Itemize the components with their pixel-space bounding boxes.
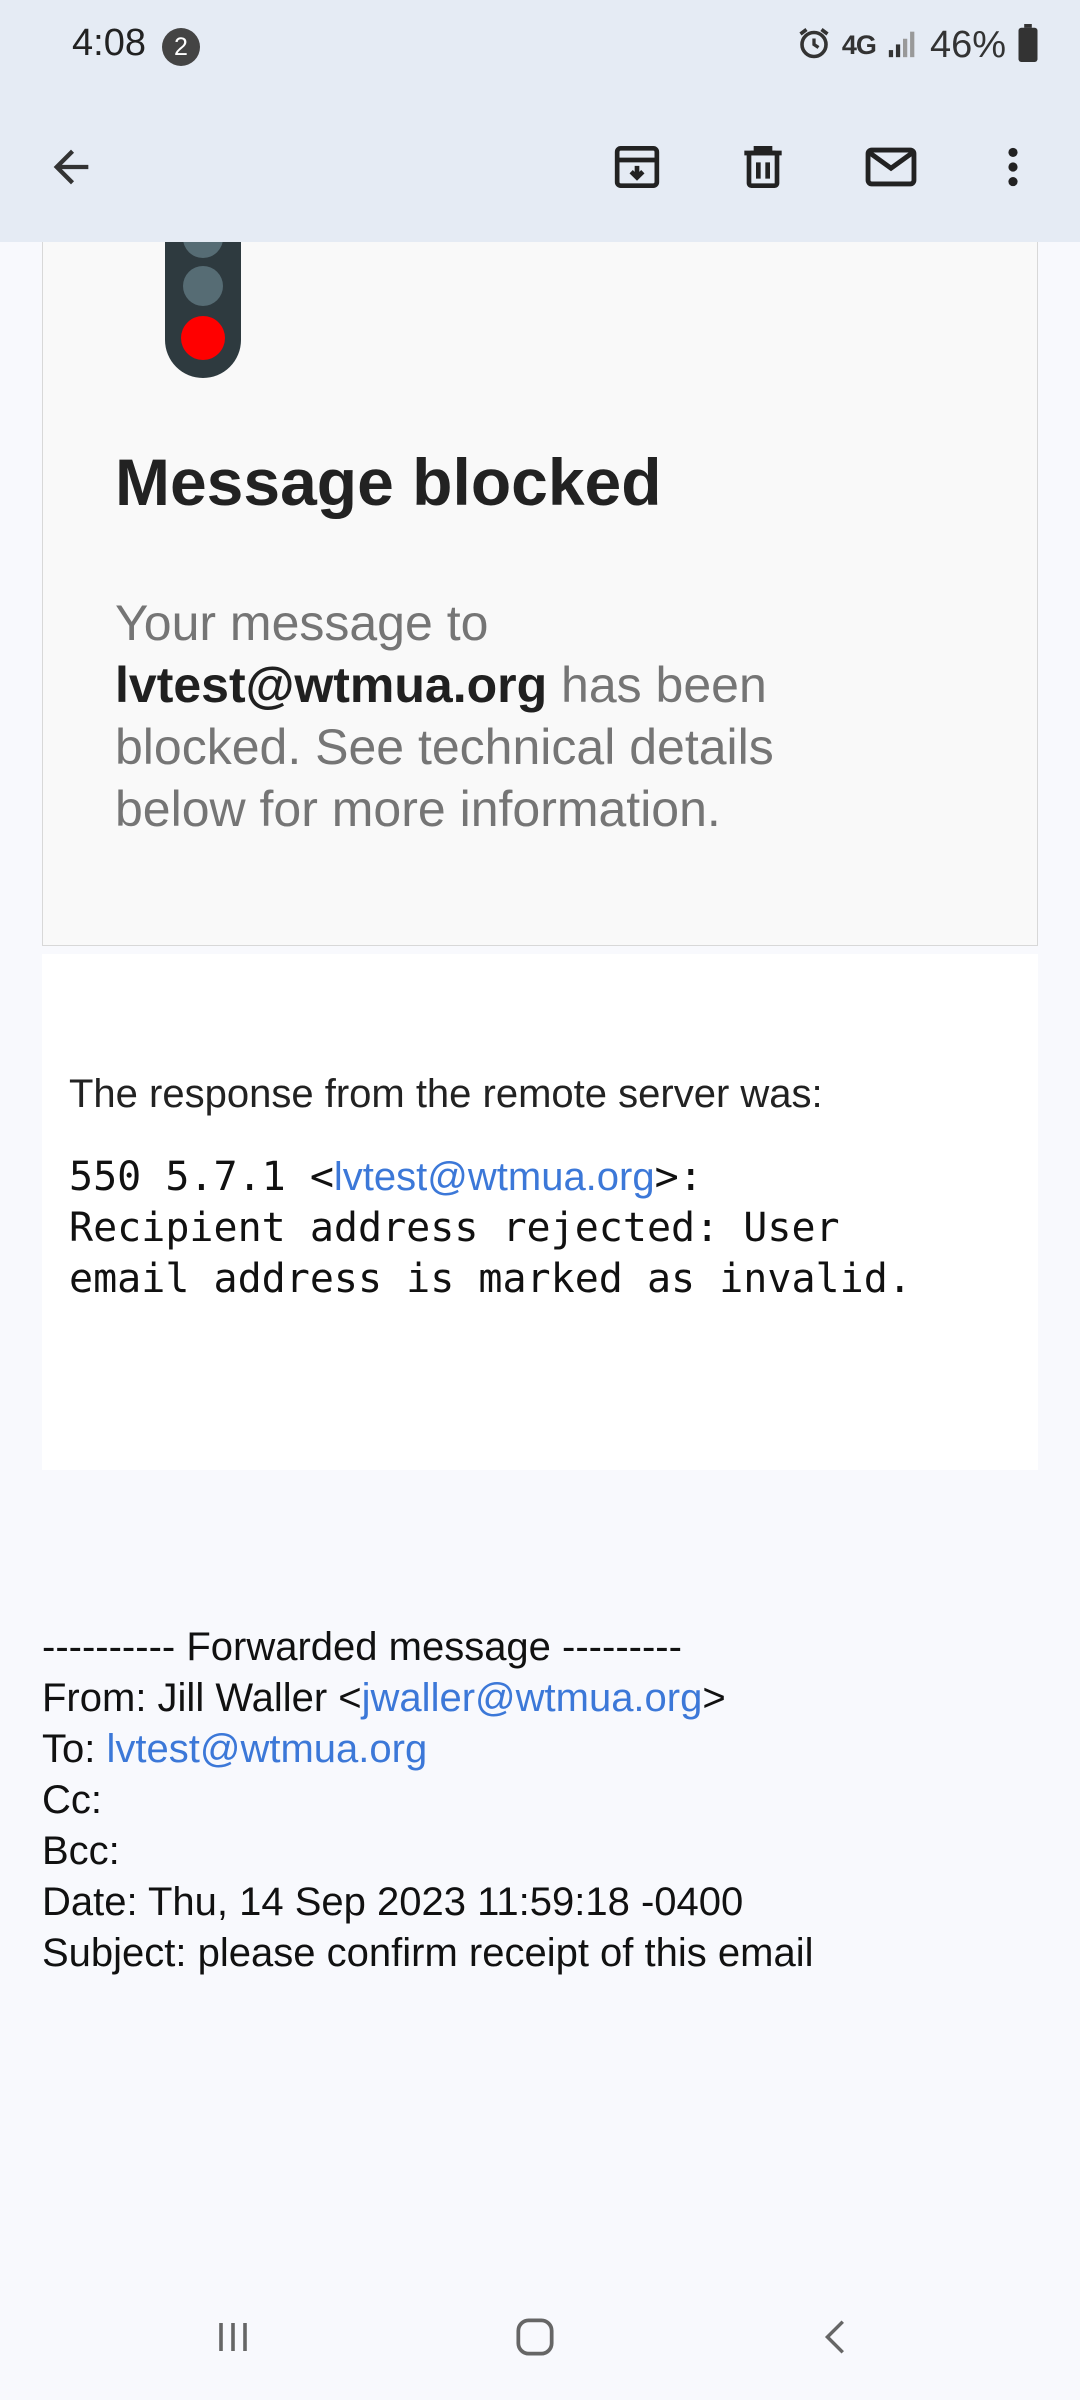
arrow-back-icon [53, 149, 89, 185]
blocked-title: Message blocked [115, 445, 662, 519]
from-email-link[interactable]: jwaller@wtmua.org [362, 1676, 703, 1720]
blocked-text-before: Your message to [115, 595, 489, 651]
from-label: From: Jill Waller < [42, 1676, 362, 1720]
forwarded-to: To: lvtest@wtmua.org [42, 1724, 813, 1775]
blocked-message: Your message to lvtest@wtmua.org has bee… [115, 592, 915, 840]
to-email-link[interactable]: lvtest@wtmua.org [106, 1727, 427, 1771]
back-button[interactable] [26, 122, 116, 212]
home-icon [516, 2318, 554, 2356]
more-vert-icon [1008, 147, 1018, 187]
forwarded-from: From: Jill Waller <jwaller@wtmua.org> [42, 1673, 813, 1724]
email-body: Message blocked Your message to lvtest@w… [0, 242, 1080, 2272]
mark-unread-button[interactable] [846, 122, 936, 212]
from-close: > [702, 1676, 726, 1720]
status-time: 4:08 [72, 22, 146, 64]
technical-details-card: The response from the remote server was:… [42, 954, 1038, 1470]
system-nav-bar [0, 2272, 1080, 2400]
forwarded-header: ---------- Forwarded message --------- [42, 1625, 682, 1669]
forwarded-bcc: Bcc: [42, 1829, 120, 1873]
home-button[interactable] [490, 2302, 580, 2372]
recents-icon [219, 2323, 247, 2351]
forwarded-message: ---------- Forwarded message --------- F… [42, 1622, 813, 1979]
response-label: The response from the remote server was: [69, 1072, 823, 1116]
more-options-button[interactable] [968, 122, 1058, 212]
code-email-link[interactable]: lvtest@wtmua.org [334, 1155, 655, 1199]
mail-icon [865, 147, 917, 187]
signal-icon [886, 26, 920, 65]
response-code: 550 5.7.1 <lvtest@wtmua.org>: Recipient … [69, 1152, 1029, 1305]
nav-back-icon [824, 2320, 844, 2354]
status-icons: 4G 46% [796, 20, 1040, 70]
archive-button[interactable] [592, 122, 682, 212]
to-label: To: [42, 1727, 107, 1771]
code-prefix: 550 5.7.1 < [69, 1154, 334, 1200]
recents-button[interactable] [188, 2302, 278, 2372]
blocked-recipient: lvtest@wtmua.org [115, 657, 548, 713]
trash-icon [744, 146, 782, 188]
blocked-notice-card: Message blocked Your message to lvtest@w… [42, 242, 1038, 946]
traffic-light-red-icon [165, 242, 241, 378]
code-suffix: >: [654, 1154, 703, 1200]
code-line-3: email address is marked as invalid. [69, 1256, 912, 1302]
status-bar: 4:08 2 4G 46% [0, 0, 1080, 92]
alarm-icon [796, 25, 832, 66]
notification-count-badge: 2 [162, 28, 200, 66]
forwarded-cc: Cc: [42, 1778, 102, 1822]
app-toolbar [0, 92, 1080, 242]
forwarded-date: Date: Thu, 14 Sep 2023 11:59:18 -0400 [42, 1880, 744, 1924]
archive-icon [614, 146, 660, 188]
battery-icon [1016, 23, 1040, 67]
code-line-2: Recipient address rejected: User [69, 1205, 840, 1251]
delete-button[interactable] [718, 122, 808, 212]
network-type: 4G [841, 29, 877, 60]
battery-percent: 46% [929, 23, 1006, 66]
forwarded-subject: Subject: please confirm receipt of this … [42, 1931, 814, 1975]
nav-back-button[interactable] [792, 2302, 882, 2372]
